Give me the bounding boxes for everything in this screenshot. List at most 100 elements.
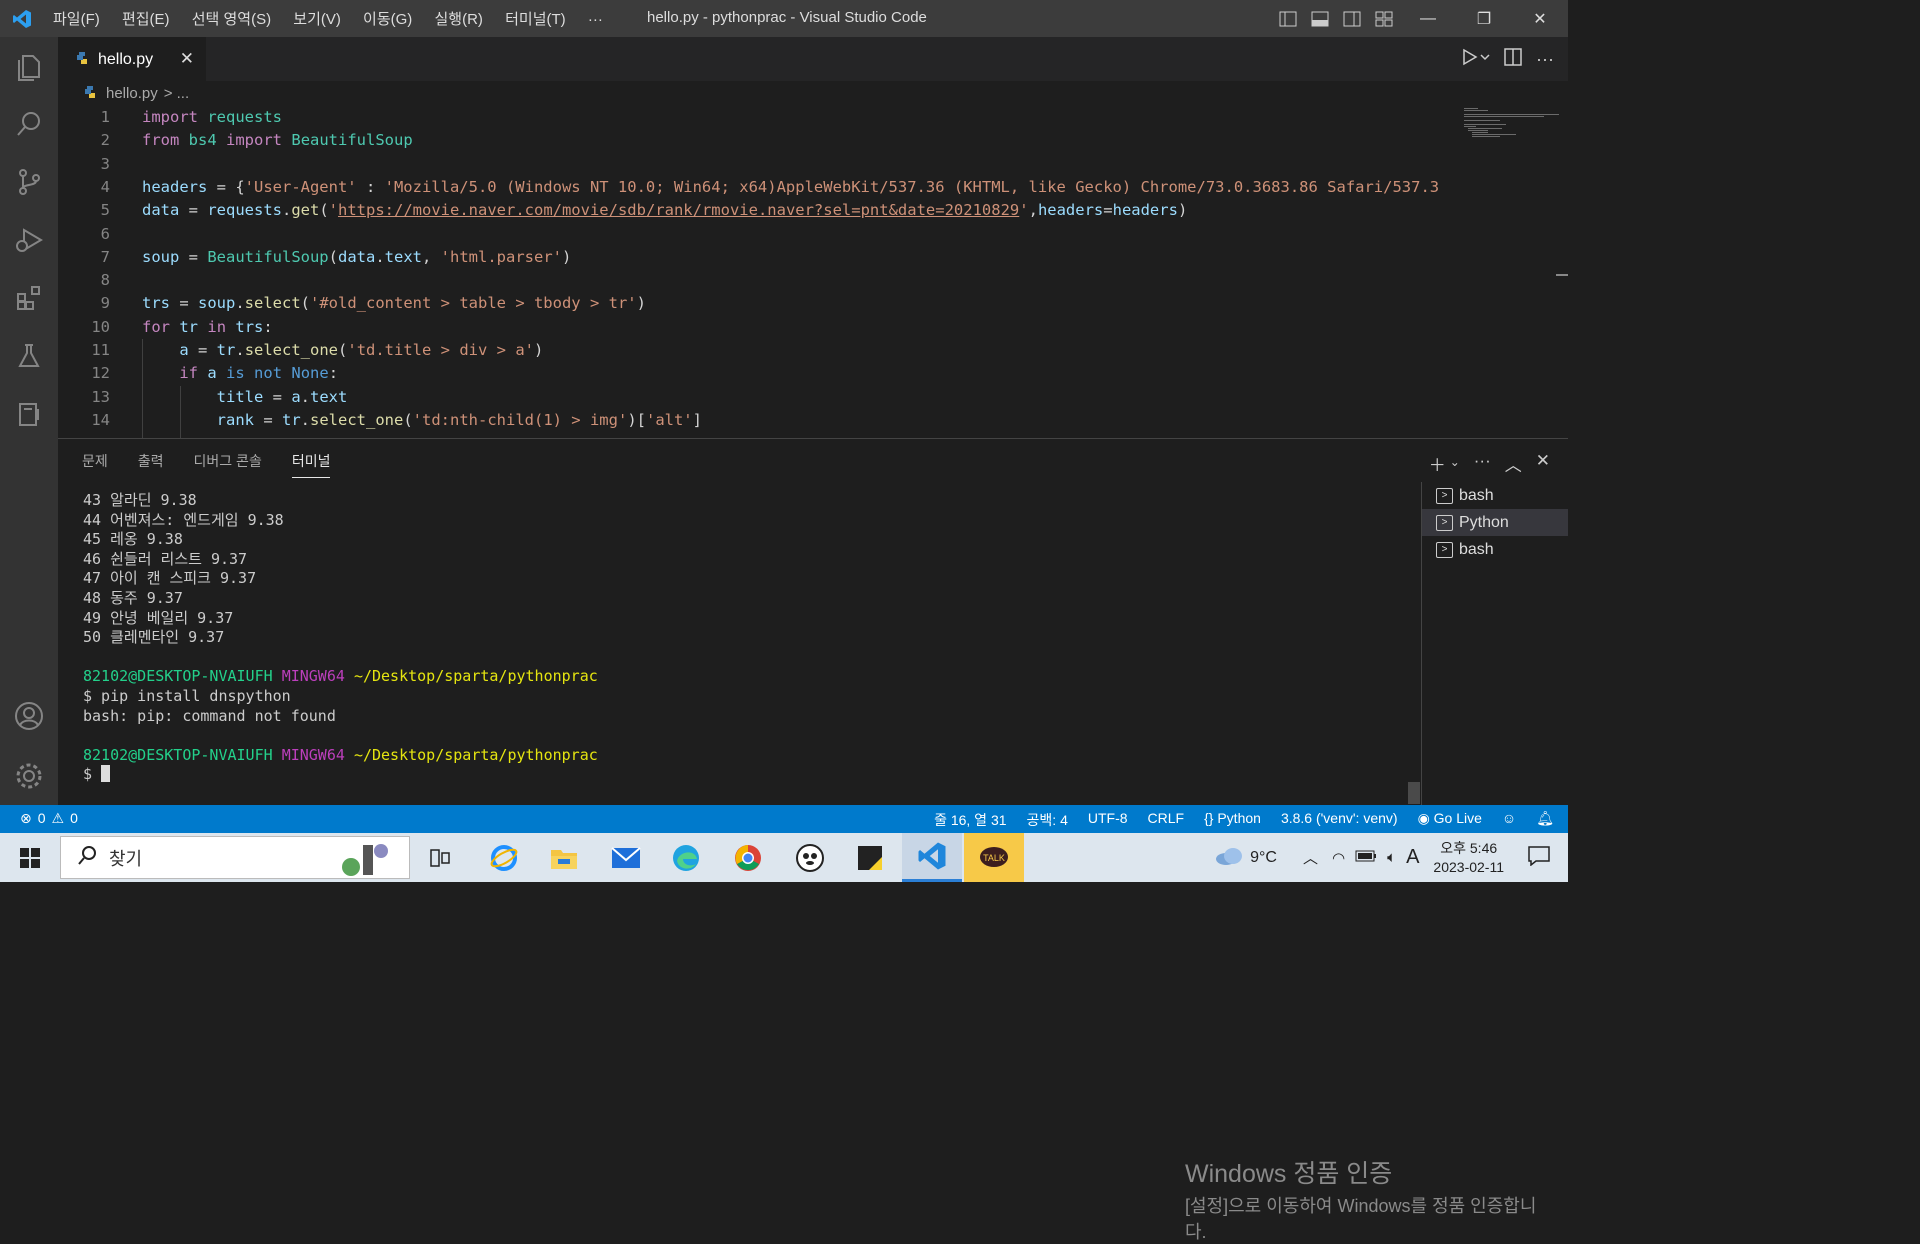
bottom-panel: 문제 출력 디버그 콘솔 터미널 ＋ ⌄ ··· ︿ ✕ 43 알라딘 9.38… <box>58 438 1568 1242</box>
code-line[interactable]: 6 <box>58 223 1458 246</box>
customize-layout-icon[interactable] <box>1368 0 1400 37</box>
chevron-down-icon[interactable]: ⌄ <box>1450 455 1460 476</box>
terminal-item-bash[interactable]: > bash <box>1422 536 1568 563</box>
terminal-input-line[interactable]: $ <box>83 765 1413 785</box>
terminal-output[interactable]: 43 알라딘 9.38 44 어벤져스: 엔드게임 9.38 45 레옹 9.38 4… <box>83 491 1413 801</box>
clock[interactable]: 오후 5:46 2023-02-11 <box>1433 839 1504 877</box>
code-line[interactable]: 8 <box>58 269 1458 292</box>
breadcrumb-file[interactable]: hello.py <box>106 85 158 102</box>
menu-terminal[interactable]: 터미널(T) <box>505 11 566 28</box>
close-window-button[interactable]: ✕ <box>1512 0 1568 37</box>
ime-indicator[interactable]: A <box>1406 846 1419 869</box>
more-actions-icon[interactable]: ··· <box>1474 451 1491 476</box>
menu-run[interactable]: 실행(R) <box>434 11 482 28</box>
toggle-secondary-sidebar-icon[interactable] <box>1336 0 1368 37</box>
code-editor[interactable]: 1 import requests 2 from bs4 import Beauti… <box>58 106 1568 438</box>
internet-explorer-icon[interactable] <box>474 833 534 882</box>
notification-center-icon[interactable] <box>1528 845 1550 870</box>
explorer-icon[interactable] <box>0 37 58 95</box>
chrome-browser-icon[interactable] <box>718 833 778 882</box>
volume-icon[interactable]: 🔈︎ <box>1387 849 1396 866</box>
menu-selection[interactable]: 선택 영역(S) <box>192 11 271 28</box>
terminal-scrollbar[interactable] <box>1408 782 1420 804</box>
battery-icon[interactable] <box>1355 849 1377 866</box>
temperature[interactable]: 9°C <box>1250 849 1277 867</box>
toggle-sidebar-icon[interactable] <box>1272 0 1304 37</box>
menu-go[interactable]: 이동(G) <box>363 11 412 28</box>
code-line[interactable]: 3 <box>58 153 1458 176</box>
more-actions-icon[interactable]: ··· <box>1536 49 1554 70</box>
code-line[interactable]: 14 rank = tr.select_one('td:nth-child(1)… <box>58 409 1458 432</box>
code-line[interactable]: 7 soup = BeautifulSoup(data.text, 'html.p… <box>58 246 1458 269</box>
run-debug-icon[interactable] <box>0 211 58 269</box>
run-python-file-icon[interactable] <box>1462 48 1490 70</box>
feedback-icon[interactable]: ☺ <box>1502 810 1516 830</box>
vscode-logo-icon[interactable] <box>0 0 44 37</box>
show-hidden-icons-icon[interactable]: ︿ <box>1303 847 1318 868</box>
go-live-button[interactable]: ◉ Go Live <box>1418 810 1482 830</box>
tab-output[interactable]: 출력 <box>138 451 164 478</box>
remote-explorer-icon[interactable] <box>0 385 58 443</box>
python-interpreter[interactable]: 3.8.6 ('venv': venv) <box>1281 810 1398 830</box>
terminal-cursor <box>101 765 111 783</box>
source-control-icon[interactable] <box>0 153 58 211</box>
menu-file[interactable]: 파일(F) <box>53 11 100 28</box>
taskbar-search-box[interactable]: 찾기 <box>60 836 410 879</box>
extensions-icon[interactable] <box>0 269 58 327</box>
edge-browser-icon[interactable] <box>656 833 716 882</box>
mail-icon[interactable] <box>596 833 656 882</box>
code-line[interactable]: 1 import requests <box>58 106 1458 129</box>
code-line[interactable]: 2 from bs4 import BeautifulSoup <box>58 129 1458 152</box>
minimap[interactable] <box>1458 106 1568 438</box>
go-live-label: Go Live <box>1433 810 1482 826</box>
breadcrumb-rest[interactable]: > ... <box>164 85 189 102</box>
restore-button[interactable]: ❐ <box>1456 0 1512 37</box>
close-tab-icon[interactable]: ✕ <box>180 49 194 69</box>
minimize-button[interactable]: — <box>1400 0 1456 37</box>
tab-hello-py[interactable]: hello.py ✕ <box>58 37 206 81</box>
line-number: 8 <box>100 271 110 290</box>
vscode-taskbar-icon[interactable] <box>902 833 962 882</box>
cursor-position[interactable]: 줄 16, 열 31 <box>934 810 1006 830</box>
task-view-icon[interactable] <box>410 833 470 882</box>
account-icon[interactable] <box>0 687 58 745</box>
settings-gear-icon[interactable] <box>0 747 58 805</box>
code-line[interactable]: 12 if a is not None: <box>58 362 1458 385</box>
line-number: 11 <box>91 341 110 359</box>
testing-icon[interactable] <box>0 327 58 385</box>
terminal-item-bash[interactable]: > bash <box>1422 482 1568 509</box>
menu-view[interactable]: 보기(V) <box>293 11 341 28</box>
kakaotalk-icon[interactable]: TALK <box>964 833 1024 882</box>
terminal-item-python[interactable]: > Python <box>1422 509 1568 536</box>
windows-start-icon[interactable] <box>0 833 60 882</box>
pet-app-icon[interactable] <box>780 833 840 882</box>
code-line[interactable]: 9 trs = soup.select('#old_content > table… <box>58 292 1458 315</box>
line-ending[interactable]: CRLF <box>1148 810 1185 830</box>
maximize-panel-icon[interactable]: ︿ <box>1505 451 1522 476</box>
indentation[interactable]: 공백: 4 <box>1027 810 1068 830</box>
code-line[interactable]: 13 title = a.text <box>58 386 1458 409</box>
new-terminal-icon[interactable]: ＋ <box>1429 451 1446 476</box>
split-editor-icon[interactable] <box>1504 48 1522 70</box>
notifications-bell-icon[interactable]: 🔔︎ <box>1536 810 1554 830</box>
menu-edit[interactable]: 편집(E) <box>122 11 170 28</box>
weather-cloud-icon[interactable] <box>1214 846 1244 870</box>
file-explorer-icon[interactable] <box>534 833 594 882</box>
problems-indicator[interactable]: ⊗ 0 ⚠ 0 <box>20 810 78 827</box>
sticky-notes-icon[interactable] <box>840 833 900 882</box>
tab-debug-console[interactable]: 디버그 콘솔 <box>194 451 262 478</box>
toggle-panel-icon[interactable] <box>1304 0 1336 37</box>
code-line[interactable]: 11 a = tr.select_one('td.title > div > a… <box>58 339 1458 362</box>
encoding[interactable]: UTF-8 <box>1088 810 1128 830</box>
code-line[interactable]: 4 headers = {'User-Agent' : 'Mozilla/5.0 … <box>58 176 1458 199</box>
wifi-icon[interactable]: ◠ <box>1332 849 1345 867</box>
language-mode[interactable]: {} Python <box>1204 810 1261 830</box>
code-line[interactable]: 5 data = requests.get('https://movie.nave… <box>58 199 1458 222</box>
menu-more[interactable]: ··· <box>588 11 603 28</box>
close-panel-icon[interactable]: ✕ <box>1536 451 1550 476</box>
search-icon[interactable] <box>0 95 58 153</box>
tab-terminal[interactable]: 터미널 <box>291 451 331 478</box>
tab-problems[interactable]: 문제 <box>82 451 108 478</box>
terminal-line: 48 동주 9.37 <box>83 588 183 607</box>
code-line[interactable]: 10 for tr in trs: <box>58 316 1458 339</box>
